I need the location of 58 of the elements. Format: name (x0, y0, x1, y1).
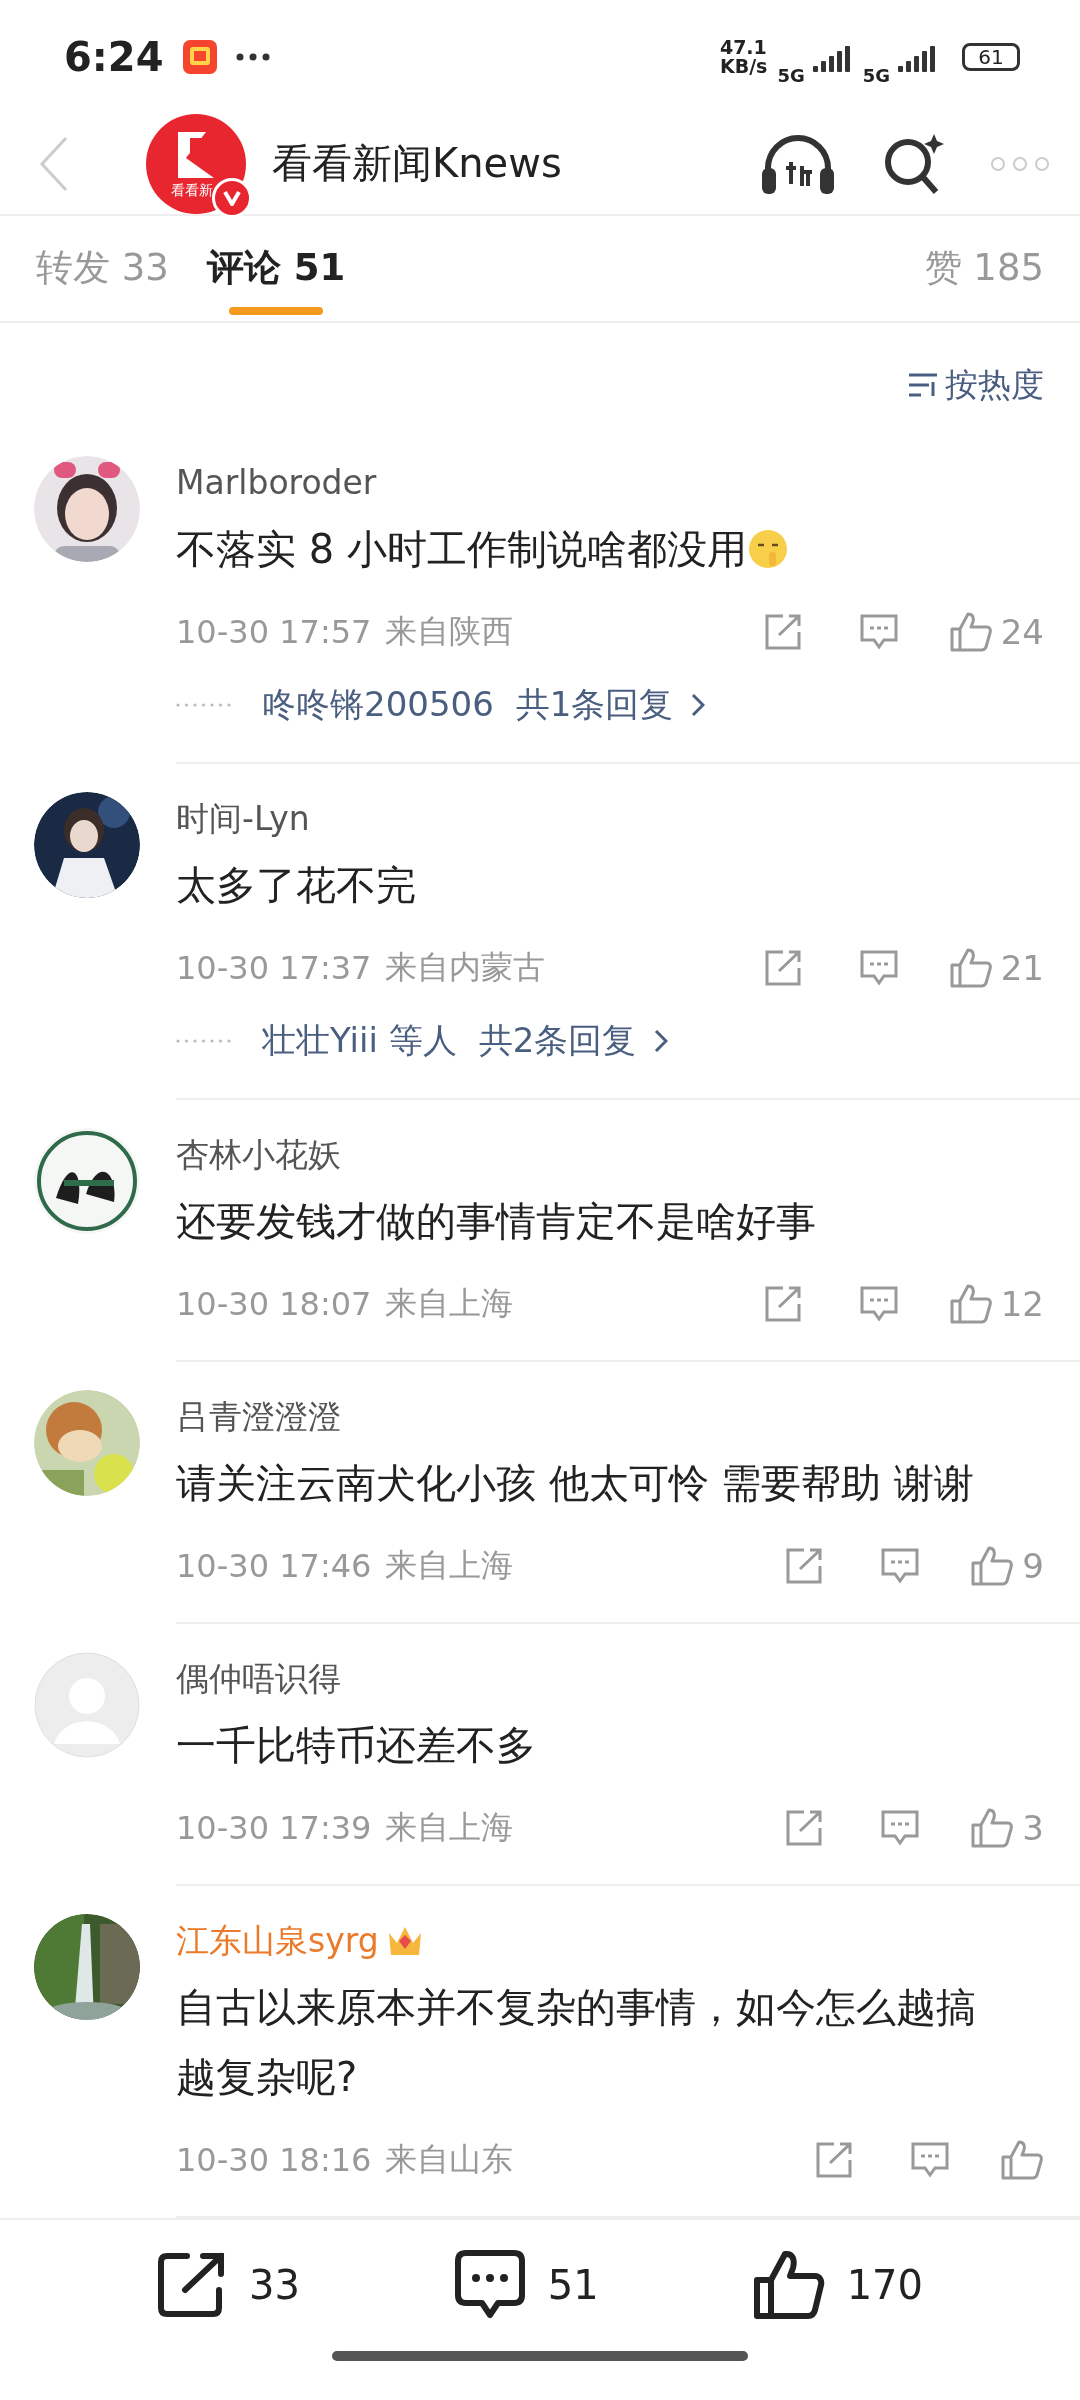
like-button[interactable] (1000, 2138, 1044, 2181)
user-name[interactable]: 时间-Lyn (176, 793, 310, 844)
reply-button[interactable] (880, 1808, 921, 1847)
comment-time: 10-30 18:07 (176, 1284, 372, 1323)
channel-name: 看看新闻Knews (272, 139, 563, 189)
comment-text: 不落实 8 小时工作制说啥都没用 (176, 524, 747, 574)
comment-location: 来自内蒙古 (385, 946, 547, 988)
comment-time: 10-30 17:39 (176, 1808, 372, 1847)
reply-author[interactable]: 壮壮Yiii 等人 (262, 1017, 457, 1064)
reply-button[interactable] (910, 2140, 950, 2179)
comment-time: 10-30 17:37 (176, 948, 372, 987)
network-type: 5G (862, 65, 890, 87)
comment-location: 来自上海 (385, 1806, 515, 1848)
clock: 6:24 (64, 33, 164, 80)
battery-level: 61 (962, 42, 1020, 71)
like-button[interactable]: 170 (752, 2250, 923, 2321)
shopping-app-icon (181, 38, 218, 75)
comment-time: 10-30 18:16 (176, 2140, 372, 2179)
logo-text: 看看新 (171, 181, 213, 200)
comment-location: 来自山东 (385, 2138, 515, 2180)
dotted-line-icon (176, 1038, 232, 1043)
comment-button[interactable]: 51 (453, 2249, 599, 2322)
dotted-line-icon (176, 702, 232, 707)
reply-button[interactable] (880, 1546, 921, 1585)
reply-button[interactable] (858, 612, 899, 651)
tab[interactable]: 评论 51 (206, 215, 346, 321)
more-icon (235, 52, 270, 61)
user-name[interactable]: 吕青澄澄澄 (176, 1391, 341, 1442)
reply-button[interactable] (858, 948, 899, 987)
replies-link[interactable]: 共2条回复 (478, 1017, 669, 1064)
sort-button[interactable]: 按热度 (907, 362, 1044, 408)
comment-text: 请关注云南犬化小孩 他太可怜 需要帮助 谢谢 (176, 1458, 975, 1508)
comment-time: 10-30 17:57 (176, 612, 372, 651)
comment-text: 一千比特币还差不多 (176, 1720, 536, 1770)
comment-location: 来自上海 (385, 1544, 515, 1586)
reply-button[interactable] (858, 1284, 899, 1323)
network-type: 5G (777, 65, 805, 87)
comment-time: 10-30 17:46 (176, 1546, 372, 1585)
repost-button[interactable] (784, 1546, 825, 1585)
user-name[interactable]: Marlboroder (176, 457, 377, 508)
chevron-right-icon (691, 692, 706, 717)
more-icon[interactable] (990, 155, 1050, 172)
network-speed: 47.1 KB/s (719, 37, 768, 76)
comment-text: 还要发钱才做的事情肯定不是啥好事 (176, 1196, 816, 1246)
reply-author[interactable]: 咚咚锵200506 (262, 681, 494, 728)
repost-button[interactable]: 33 (156, 2252, 300, 2319)
comment-location: 来自上海 (385, 1282, 515, 1324)
user-name[interactable]: 杏林小花妖 (176, 1129, 341, 1180)
sort-icon (907, 372, 939, 399)
user-name[interactable]: 偶仲唔识得 (176, 1653, 341, 1704)
comment-location: 来自陕西 (385, 610, 515, 652)
repost-button[interactable] (814, 2140, 854, 2179)
logo-mark-icon (176, 129, 216, 180)
comment-text: 太多了花不完 (176, 860, 416, 910)
replies-link[interactable]: 共1条回复 (515, 681, 706, 728)
comment-text: 自古以来原本并不复杂的事情，如今怎么越搞越复杂呢? (176, 1982, 977, 2102)
chevron-right-icon (654, 1028, 669, 1053)
repost-button[interactable] (784, 1808, 825, 1847)
